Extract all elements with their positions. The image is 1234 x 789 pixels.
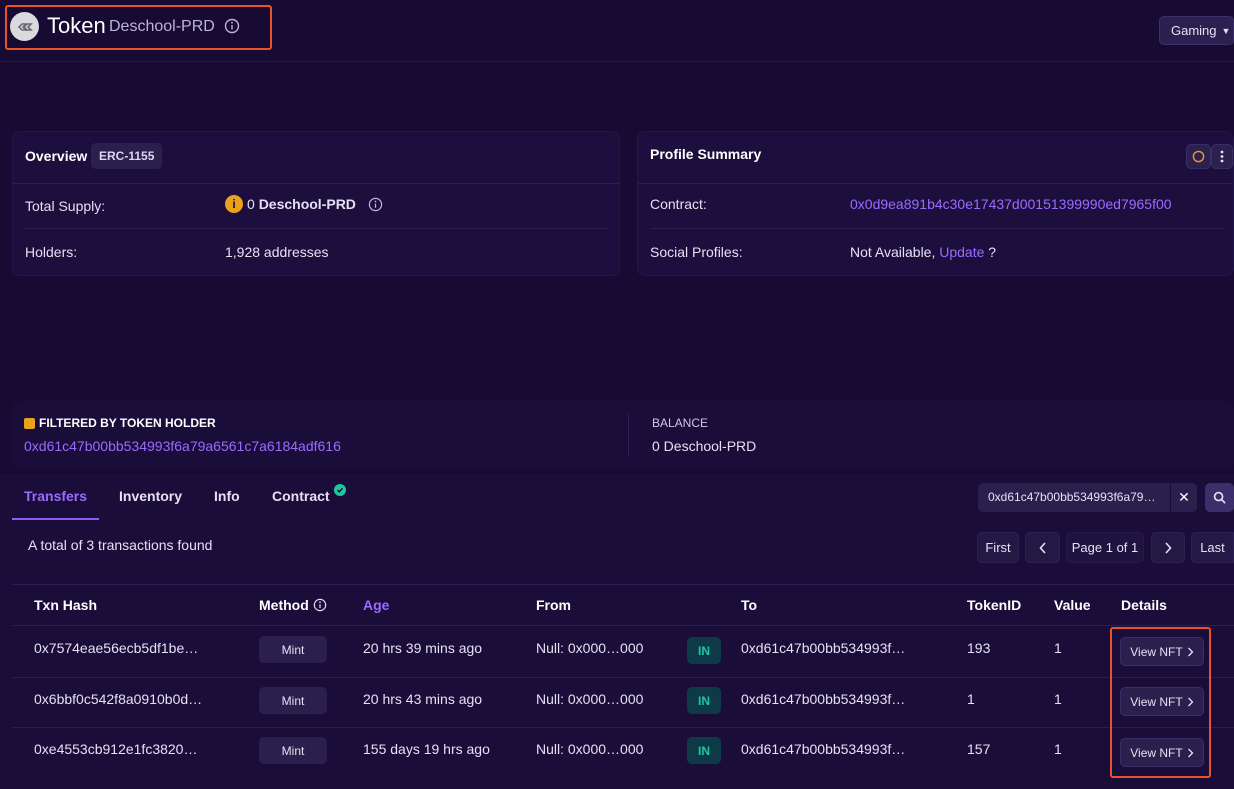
help-icon[interactable]: ?: [988, 244, 996, 260]
column-header-token-id: TokenID: [967, 597, 1022, 613]
total-supply-unit: Deschool-PRD: [258, 196, 356, 212]
more-options-icon[interactable]: [1211, 144, 1233, 169]
to-address: 0xd61c47b00bb534993f…: [741, 640, 906, 656]
chevron-right-icon: [1165, 541, 1172, 554]
contract-address-link[interactable]: 0x0d9ea891b4c30e17437d00151399990ed7965f…: [850, 196, 1172, 212]
method-badge: Mint: [259, 636, 327, 663]
to-address: 0xd61c47b00bb534993f…: [741, 741, 906, 757]
page-header: Token Deschool-PRD Gaming ▼: [0, 0, 1234, 62]
tab-info[interactable]: Info: [214, 488, 240, 504]
filter-heading-text: FILTERED BY TOKEN HOLDER: [39, 416, 216, 430]
divider: [650, 228, 1223, 229]
column-header-method: Method: [259, 597, 327, 613]
token-id-link[interactable]: 193: [967, 640, 990, 656]
total-supply-label: Total Supply:: [25, 198, 106, 214]
column-header-value: Value: [1054, 597, 1091, 613]
age-cell: 20 hrs 39 mins ago: [363, 640, 483, 656]
divider: [25, 228, 609, 229]
transactions-count: A total of 3 transactions found: [28, 537, 213, 553]
txn-hash-link[interactable]: 0xe4553cb912e1fc3820…: [34, 741, 197, 757]
details-highlight-box: [1110, 627, 1211, 778]
method-badge: Mint: [259, 687, 327, 714]
balance-value: 0 Deschool-PRD: [652, 438, 757, 454]
tab-transfers[interactable]: Transfers: [24, 488, 87, 504]
age-cell: 155 days 19 hrs ago: [363, 741, 490, 757]
tab-contract-label: Contract: [272, 488, 330, 504]
token-id-link[interactable]: 157: [967, 741, 990, 757]
category-select-label: Gaming: [1171, 23, 1217, 38]
alert-circle-icon[interactable]: [1186, 144, 1211, 169]
token-standard-badge: ERC-1155: [91, 143, 163, 169]
token-id-link[interactable]: 1: [967, 691, 975, 707]
holder-address-link[interactable]: 0xd61c47b00bb534993f6a79a6561c7a6184adf6…: [24, 438, 341, 454]
total-supply-amount: 0: [247, 196, 255, 212]
token-holder-filter: FILTERED BY TOKEN HOLDER 0xd61c47b00bb53…: [12, 401, 1234, 469]
category-select[interactable]: Gaming ▼: [1159, 16, 1234, 45]
direction-badge: IN: [687, 737, 721, 764]
column-header-from: From: [536, 597, 571, 613]
direction-badge: IN: [687, 637, 721, 664]
from-address-link[interactable]: Null: 0x000…000: [536, 691, 643, 707]
previous-page-button[interactable]: [1025, 532, 1060, 563]
search-icon[interactable]: [1205, 483, 1234, 512]
overview-card: Overview ERC-1155 Total Supply: i 0 Desc…: [12, 131, 620, 276]
profile-summary-card: Profile Summary Contract: 0x0d9ea891b4c3…: [637, 131, 1234, 276]
wallet-icon: [24, 417, 35, 429]
social-profiles-label: Social Profiles:: [650, 244, 743, 260]
filter-heading: FILTERED BY TOKEN HOLDER: [24, 416, 216, 430]
warning-icon[interactable]: i: [225, 195, 243, 213]
row-divider: [12, 727, 1234, 728]
chevron-down-icon: ▼: [1221, 25, 1231, 36]
column-header-method-label: Method: [259, 597, 309, 613]
contract-label: Contract:: [650, 196, 707, 212]
from-address-link[interactable]: Null: 0x000…000: [536, 640, 643, 656]
balance-label: BALANCE: [652, 416, 709, 430]
txn-hash-link[interactable]: 0x7574eae56ecb5df1be…: [34, 640, 198, 656]
info-icon[interactable]: [368, 197, 383, 212]
last-page-button[interactable]: Last: [1191, 532, 1234, 563]
chevron-left-icon: [1038, 541, 1046, 554]
value-cell: 1: [1054, 691, 1062, 707]
active-tab-indicator: [12, 518, 99, 520]
search-input[interactable]: 0xd61c47b00bb534993f6a79…: [978, 483, 1170, 512]
social-profiles-value: Not Available, Update ?: [850, 244, 996, 260]
column-header-details: Details: [1121, 597, 1167, 613]
page-indicator: Page 1 of 1: [1066, 532, 1144, 563]
divider: [638, 183, 1233, 184]
profile-summary-title: Profile Summary: [650, 146, 762, 162]
column-header-to: To: [741, 597, 758, 613]
divider: [13, 183, 619, 184]
column-header-age[interactable]: Age: [363, 597, 389, 613]
direction-badge: IN: [687, 687, 721, 714]
column-header-txn-hash: Txn Hash: [34, 597, 98, 613]
clear-search-icon[interactable]: ✕: [1171, 483, 1197, 512]
holders-value: 1,928 addresses: [225, 244, 329, 260]
divider: [628, 413, 629, 457]
total-supply-value: i 0 Deschool-PRD: [225, 195, 383, 213]
value-cell: 1: [1054, 640, 1062, 656]
txn-hash-link[interactable]: 0x6bbf0c542f8a0910b0d…: [34, 691, 202, 707]
from-address-link[interactable]: Null: 0x000…000: [536, 741, 643, 757]
info-icon[interactable]: [313, 598, 327, 612]
next-page-button[interactable]: [1151, 532, 1185, 563]
verified-check-icon: [334, 484, 346, 496]
method-badge: Mint: [259, 737, 327, 764]
value-cell: 1: [1054, 741, 1062, 757]
age-cell: 20 hrs 43 mins ago: [363, 691, 483, 707]
to-address: 0xd61c47b00bb534993f…: [741, 691, 906, 707]
social-profiles-text: Not Available,: [850, 244, 936, 260]
tab-contract[interactable]: Contract: [272, 484, 346, 504]
overview-title: Overview: [25, 148, 88, 164]
table-header: [12, 584, 1234, 626]
title-highlight-box: [5, 5, 272, 50]
holders-label: Holders:: [25, 244, 78, 260]
tab-inventory[interactable]: Inventory: [119, 488, 182, 504]
update-link[interactable]: Update: [939, 244, 984, 260]
first-page-button[interactable]: First: [977, 532, 1019, 563]
row-divider: [12, 677, 1234, 678]
